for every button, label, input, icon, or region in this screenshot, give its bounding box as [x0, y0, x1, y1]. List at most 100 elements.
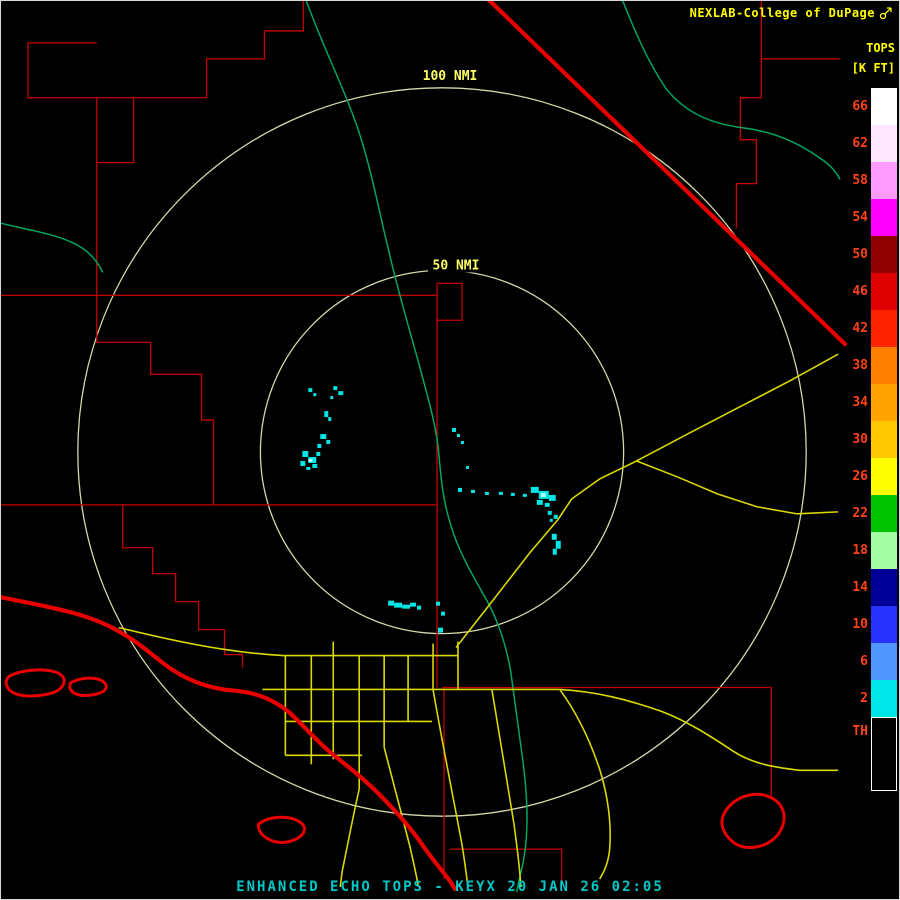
scale-tick-label: 30: [852, 433, 868, 446]
interstate-path: [1, 597, 455, 889]
county-boundary-lines: [1, 1, 840, 882]
road-path: [456, 461, 637, 648]
scale-tick-label: 10: [852, 618, 868, 631]
boundary-path: [97, 98, 134, 163]
interstate-path: [487, 1, 845, 344]
scale-tick-label: 54: [852, 211, 868, 224]
scale-tick-label: 42: [852, 322, 868, 335]
scale-color-swatch: [871, 643, 897, 680]
scale-color-swatch: [871, 717, 897, 791]
boundary-path: [28, 1, 303, 98]
range-ring-labels: 100 NMI 50 NMI: [418, 68, 484, 274]
scale-tick-label: 66: [852, 100, 868, 113]
scale-tick-label: 14: [852, 581, 868, 594]
road-path: [119, 628, 284, 656]
brand-attribution: NEXLAB-College of DuPage: [690, 6, 893, 20]
radar-echo: [485, 492, 489, 495]
scale-row-38: 38: [837, 347, 897, 384]
scale-color-swatch: [871, 680, 897, 717]
range-rings: [78, 88, 806, 816]
radar-echo-layer: [300, 386, 560, 632]
road-path: [637, 354, 839, 461]
scale-row-TH: TH: [837, 717, 897, 791]
scale-row-54: 54: [837, 199, 897, 236]
radar-echo: [545, 503, 550, 507]
scale-row-50: 50: [837, 236, 897, 273]
radar-echo: [436, 602, 440, 606]
brand-text: NEXLAB-College of DuPage: [690, 6, 875, 20]
radar-echo: [388, 601, 394, 606]
outline-feature: [722, 794, 784, 847]
scale-tick-label: 26: [852, 470, 868, 483]
radar-echo: [552, 534, 557, 540]
scale-tick-label: 34: [852, 396, 868, 409]
road-path: [637, 461, 839, 514]
radar-echo: [541, 493, 546, 497]
scale-tick-label: 38: [852, 359, 868, 372]
scale-row-30: 30: [837, 421, 897, 458]
river-lines: [1, 1, 840, 892]
radar-echo: [312, 464, 317, 468]
status-bar: ENHANCED ECHO TOPS - KEYX 20 JAN 26 02:0…: [1, 879, 899, 895]
units-label: [K FT]: [839, 61, 895, 75]
radar-echo: [320, 434, 326, 439]
radar-echo: [316, 452, 320, 456]
radar-echo: [333, 386, 337, 390]
range-ring-50nmi: [260, 270, 623, 633]
radar-echo: [317, 444, 321, 448]
radar-echo: [471, 490, 475, 493]
scale-tick-label: TH: [852, 725, 868, 738]
radar-echo: [458, 488, 462, 492]
radar-display: 100 NMI 50 NMI NEXLAB-College of DuPage …: [0, 0, 900, 900]
radar-echo: [394, 603, 402, 608]
scale-row-22: 22: [837, 495, 897, 532]
radar-echo: [499, 492, 503, 495]
outline-feature: [6, 670, 64, 696]
scale-row-10: 10: [837, 606, 897, 643]
scale-color-swatch: [871, 495, 897, 532]
scale-tick-label: 58: [852, 174, 868, 187]
red-outline-features: [6, 670, 784, 848]
scale-color-swatch: [871, 384, 897, 421]
scale-row-18: 18: [837, 532, 897, 569]
radar-echo: [556, 541, 561, 549]
scale-row-42: 42: [837, 310, 897, 347]
scale-color-swatch: [871, 273, 897, 310]
radar-echo: [306, 467, 310, 470]
boundary-path: [97, 295, 214, 505]
road-path: [433, 689, 468, 887]
radar-echo: [326, 440, 330, 444]
scale-row-14: 14: [837, 569, 897, 606]
scale-row-62: 62: [837, 125, 897, 162]
radar-echo: [417, 606, 421, 610]
scale-color-swatch: [871, 162, 897, 199]
product-name-label: TOPS: [839, 41, 895, 55]
echo-tops-color-scale: 66625854504642383430262218141062TH: [837, 88, 897, 791]
interstate-lines: [1, 1, 845, 889]
radar-echo: [452, 428, 456, 432]
scale-color-swatch: [871, 310, 897, 347]
scale-color-swatch: [871, 569, 897, 606]
station-plot-icon: [879, 6, 893, 20]
radar-echo: [438, 628, 443, 633]
radar-echo: [338, 391, 343, 395]
radar-echo: [324, 411, 328, 417]
radar-echo: [457, 434, 460, 437]
radar-echo: [300, 461, 305, 466]
scale-row-26: 26: [837, 458, 897, 495]
boundary-path: [437, 283, 462, 320]
radar-echo: [553, 549, 557, 555]
radar-echo: [308, 388, 312, 392]
range-label-50nmi: 50 NMI: [433, 258, 480, 273]
radar-echo: [549, 495, 556, 501]
radar-echo: [550, 519, 553, 522]
radar-echo: [410, 603, 416, 607]
radar-echo: [402, 605, 410, 609]
radar-echo: [308, 459, 312, 462]
scale-row-46: 46: [837, 273, 897, 310]
scale-color-swatch: [871, 421, 897, 458]
scale-color-swatch: [871, 606, 897, 643]
scale-row-66: 66: [837, 88, 897, 125]
scale-row-2: 2: [837, 680, 897, 717]
scale-color-swatch: [871, 532, 897, 569]
